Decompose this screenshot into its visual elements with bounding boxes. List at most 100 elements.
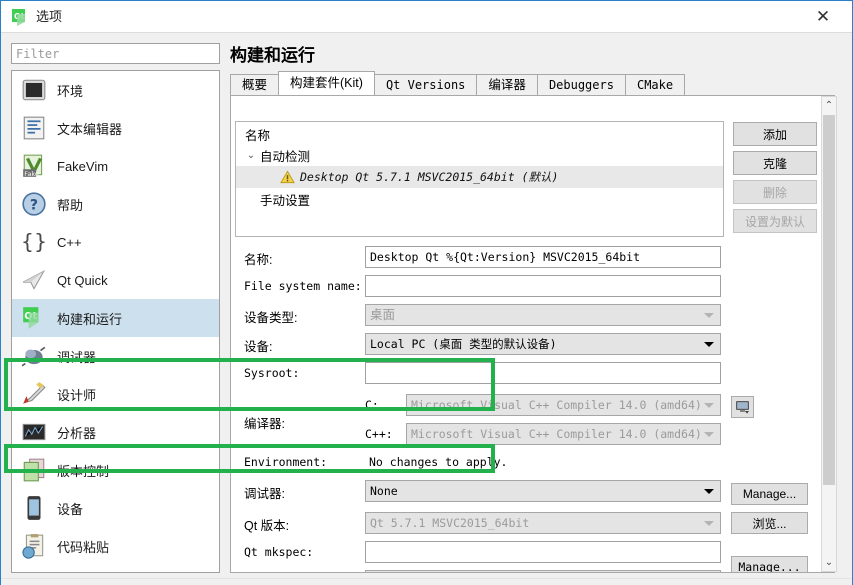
sidebar-item-6[interactable]: Qt 构建和运行 <box>12 299 219 337</box>
options-dialog: Qt 选项 ✕ 环境文本编辑器 Fake FakeVim? 帮助 {} C++ Qt Qui… <box>0 0 853 585</box>
close-icon[interactable]: ✕ <box>800 1 846 32</box>
warning-icon <box>280 170 295 184</box>
tab-3[interactable]: 编译器 <box>476 74 538 95</box>
scrollbar-thumb[interactable] <box>823 115 835 485</box>
svg-text:?: ? <box>30 197 38 213</box>
sidebar-item-9[interactable]: 分析器 <box>12 413 219 451</box>
sidebar-item-label: 版本控制 <box>57 463 110 479</box>
build-run-icon: Qt <box>21 305 47 331</box>
chevron-down-icon <box>704 432 714 437</box>
sysroot-field[interactable] <box>365 362 721 384</box>
compiler-cpp-row: C++: Microsoft Visual C++ Compiler 14.0 … <box>365 423 721 445</box>
chevron-down-icon <box>704 342 714 347</box>
hammer-icon <box>21 571 47 572</box>
dialog-footer: http://blog.csdn.net/liang19890820 OK Ca… <box>1 578 852 585</box>
device-select[interactable]: Local PC (桌面 类型的默认设备) <box>365 333 721 355</box>
tab-5[interactable]: CMake <box>624 74 686 95</box>
sidebar-item-10[interactable]: 版本控制 <box>12 451 219 489</box>
sidebar-item-label: 代码粘贴 <box>57 539 110 555</box>
device-label: 设备: <box>244 340 273 354</box>
braces-icon: {} <box>21 229 47 255</box>
file-system-name-field[interactable] <box>365 275 721 297</box>
chevron-down-icon[interactable]: ⌄ <box>242 150 260 161</box>
device-icon <box>21 495 47 521</box>
tab-1[interactable]: 构建套件(Kit) <box>278 71 375 95</box>
kit-tree[interactable]: 名称 ⌄ 自动检测 Desktop Qt 5.7.1 MSVC2015_64bi… <box>235 121 724 237</box>
sidebar-item-label: 调试器 <box>57 349 97 365</box>
sidebar-item-label: 分析器 <box>57 425 97 441</box>
debugger-label: 调试器: <box>244 487 285 501</box>
sidebar-item-1[interactable]: 文本编辑器 <box>12 109 219 147</box>
qt-mkspec-field[interactable] <box>365 541 721 563</box>
qt-quick-icon <box>21 267 47 293</box>
form-row-name: 名称: Desktop Qt %{Qt:Version} MSVC2015_64… <box>231 246 834 270</box>
tab-0[interactable]: 概要 <box>230 74 280 95</box>
sidebar-item-4[interactable]: {} C++ <box>12 223 219 261</box>
search-input[interactable] <box>11 43 220 64</box>
name-label: 名称: <box>244 253 273 267</box>
sidebar-item-11[interactable]: 设备 <box>12 489 219 527</box>
form-row-sysroot: Sysroot: <box>231 362 834 386</box>
sidebar-item-2[interactable]: Fake FakeVim <box>12 147 219 185</box>
sidebar-item-label: 构建和运行 <box>57 311 123 327</box>
tab-bar[interactable]: 概要 构建套件(Kit) Qt Versions 编译器 Debuggers CMake <box>230 71 686 95</box>
tree-node-auto-detected[interactable]: ⌄ 自动检测 <box>236 144 723 166</box>
debugger-select[interactable]: None <box>365 480 721 502</box>
analyzer-icon <box>21 419 47 445</box>
debugger-bug-icon <box>21 343 47 369</box>
title-bar: Qt 选项 ✕ <box>1 1 852 33</box>
form-row-filesystem-name: File system name: <box>231 275 834 299</box>
dialog-body: 环境文本编辑器 Fake FakeVim? 帮助 {} C++ Qt Quick Qt 构建和运… <box>1 33 852 585</box>
form-row-qt-version: Qt 版本: Qt 5.7.1 MSVC2015_64bit <box>231 512 834 536</box>
compiler-c-row: C: Microsoft Visual C++ Compiler 14.0 (a… <box>365 394 721 416</box>
version-control-icon <box>21 457 47 483</box>
sidebar-item-5[interactable]: Qt Quick <box>12 261 219 299</box>
compiler-c-select: Microsoft Visual C++ Compiler 14.0 (amd6… <box>406 394 721 416</box>
vertical-scrollbar[interactable]: ⌃ ⌄ <box>821 96 837 572</box>
tree-node-label: Desktop Qt 5.7.1 MSVC2015_64bit (默认) <box>300 170 559 184</box>
sidebar-item-8[interactable]: 设计师 <box>12 375 219 413</box>
designer-icon <box>21 381 47 407</box>
tree-column-header: 名称 <box>245 129 271 143</box>
chevron-down-icon <box>704 313 714 318</box>
sidebar-item-13[interactable]: Qbs <box>12 565 219 572</box>
help-icon: ? <box>21 191 47 217</box>
chevron-down-icon <box>704 489 714 494</box>
sidebar-item-label: C++ <box>57 234 82 250</box>
text-editor-icon <box>21 115 47 141</box>
sidebar-item-3[interactable]: ? 帮助 <box>12 185 219 223</box>
sidebar-item-12[interactable]: 代码粘贴 <box>12 527 219 565</box>
sidebar-item-7[interactable]: 调试器 <box>12 337 219 375</box>
scroll-up-icon[interactable]: ⌃ <box>822 97 836 114</box>
tree-node-manual[interactable]: 手动设置 <box>236 188 723 210</box>
tab-2[interactable]: Qt Versions <box>373 74 478 95</box>
device-type-select: 桌面 <box>365 304 721 326</box>
compiler-cpp-select: Microsoft Visual C++ Compiler 14.0 (amd6… <box>406 423 721 445</box>
sidebar-item-0[interactable]: 环境 <box>12 71 219 109</box>
sidebar[interactable]: 环境文本编辑器 Fake FakeVim? 帮助 {} C++ Qt Quick Qt 构建和运… <box>11 70 220 573</box>
qt-version-select: Qt 5.7.1 MSVC2015_64bit <box>365 512 721 534</box>
sidebar-item-label: FakeVim <box>57 158 109 174</box>
kit-panel: 名称 ⌄ 自动检测 Desktop Qt 5.7.1 MSVC2015_64bi… <box>230 95 835 573</box>
code-paste-icon <box>21 533 47 559</box>
window-title: 选项 <box>36 9 63 24</box>
form-row-qt-mkspec: Qt mkspec: <box>231 541 834 565</box>
device-type-label: 设备类型: <box>244 311 298 325</box>
svg-text:{}: {} <box>21 230 47 254</box>
name-field[interactable]: Desktop Qt %{Qt:Version} MSVC2015_64bit <box>365 246 721 268</box>
fakevim-icon: Fake <box>21 153 47 179</box>
environment-value: No changes to apply. <box>369 455 508 469</box>
tree-node-kit[interactable]: Desktop Qt 5.7.1 MSVC2015_64bit (默认) <box>236 166 723 188</box>
add-kit-button[interactable]: 添加 <box>733 122 817 146</box>
tree-node-label: 自动检测 <box>260 149 311 164</box>
form-row-device: 设备: Local PC (桌面 类型的默认设备) <box>231 333 834 357</box>
svg-text:Fake: Fake <box>24 170 39 178</box>
tab-4[interactable]: Debuggers <box>536 74 626 95</box>
clone-kit-button[interactable]: 克隆 <box>733 151 817 175</box>
scroll-down-icon[interactable]: ⌄ <box>822 554 836 571</box>
qt-mkspec-label: Qt mkspec: <box>244 545 314 559</box>
sidebar-item-label: 设计师 <box>57 387 97 403</box>
sidebar-item-label: 帮助 <box>57 197 84 213</box>
cmake-tool-select <box>365 570 721 572</box>
sysroot-label: Sysroot: <box>244 366 300 380</box>
